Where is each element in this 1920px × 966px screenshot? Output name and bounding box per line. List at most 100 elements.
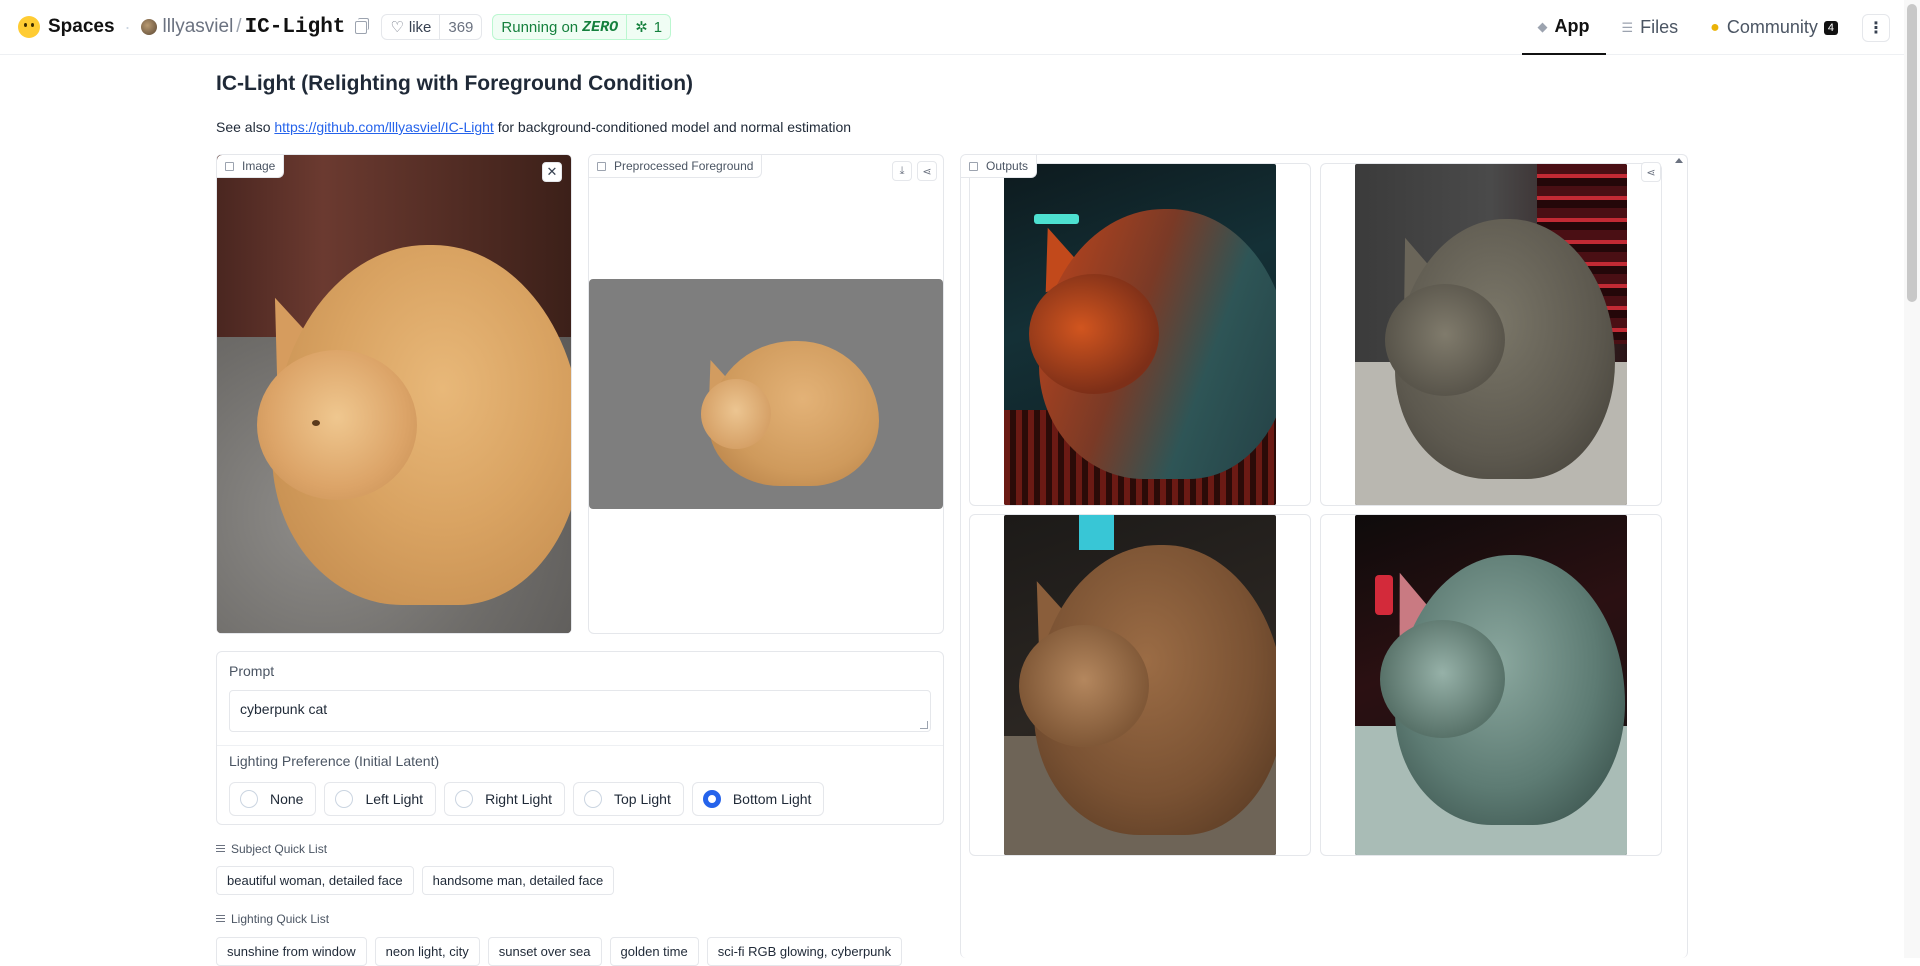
owner-link[interactable]: lllyasviel [163, 16, 234, 38]
input-cat-head [257, 350, 417, 500]
lighting-chip[interactable]: sci-fi RGB glowing, cyberpunk [706, 937, 903, 966]
subject-quick-list: beautiful woman, detailed face handsome … [216, 866, 615, 895]
radio-label: Bottom Light [732, 791, 812, 807]
app-cube-icon: ◆ [1537, 18, 1548, 34]
owner-avatar [140, 19, 157, 35]
brand-name: Spaces [48, 16, 115, 37]
like-label: like [408, 18, 432, 36]
tab-community-label: Community [1726, 17, 1818, 37]
subject-quick-list-text: Subject Quick List [231, 842, 328, 856]
radio-label: Right Light [485, 791, 553, 807]
replica-count[interactable]: ✲ 1 [626, 15, 670, 39]
gallery-share-icon[interactable]: ⋖ [1641, 162, 1661, 182]
tab-files[interactable]: ☰ Files [1606, 0, 1695, 55]
form-divider [217, 745, 943, 746]
lighting-quick-list-text: Lighting Quick List [231, 912, 330, 926]
subject-chip[interactable]: handsome man, detailed face [421, 866, 615, 895]
prompt-settings-block: Prompt cyberpunk cat Lighting Preference… [216, 651, 944, 825]
preprocessed-label-text: Preprocessed Foreground [614, 159, 754, 173]
out3-cat-head [1019, 625, 1149, 747]
output-image-1[interactable] [1004, 164, 1276, 505]
running-status-group: Running on ZERO ✲ 1 [492, 14, 672, 40]
repo-name[interactable]: IC-Light [245, 16, 346, 39]
prompt-value: cyberpunk cat [240, 701, 328, 717]
page-scrollbar[interactable] [1904, 0, 1920, 958]
lighting-quick-list: sunshine from window neon light, city su… [216, 937, 903, 966]
download-icon[interactable]: ⤓ [892, 161, 912, 181]
radio-top-light[interactable]: Top Light [573, 782, 684, 816]
brand-separator: · [124, 16, 131, 37]
radio-circle-selected [702, 790, 721, 808]
community-icon: ● [1710, 18, 1720, 36]
prompt-input[interactable]: cyberpunk cat [229, 690, 931, 732]
preprocessed-foreground-image [589, 279, 943, 509]
subject-chip[interactable]: beautiful woman, detailed face [216, 866, 414, 895]
github-link[interactable]: https://github.com/lllyasviel/IC-Light [274, 119, 493, 135]
radio-label: Left Light [365, 791, 424, 807]
lighting-quick-list-label: Lighting Quick List [216, 912, 329, 926]
input-cat-eye [312, 420, 320, 426]
neon-glow [1079, 515, 1114, 550]
radio-circle [240, 790, 258, 808]
tab-community[interactable]: ● Community 4 [1694, 0, 1854, 55]
heart-icon: ♡ [390, 19, 404, 36]
spaces-brand[interactable]: Spaces [18, 16, 115, 38]
output-image-2[interactable] [1355, 164, 1627, 505]
subtitle-prefix: See also [216, 119, 275, 135]
prep-cat-head [701, 379, 771, 449]
lighting-chip[interactable]: golden time [609, 937, 699, 966]
gallery-scroll-up-icon[interactable] [1675, 158, 1683, 163]
hugging-face-logo-icon [18, 16, 40, 38]
resize-handle-icon[interactable] [920, 721, 928, 729]
tab-app-label: App [1554, 16, 1590, 36]
out1-cat-head [1029, 274, 1159, 394]
input-image[interactable] [217, 155, 571, 633]
clear-image-icon[interactable]: ✕ [542, 162, 562, 182]
radio-left-light[interactable]: Left Light [324, 782, 437, 816]
replica-count-value: 1 [653, 18, 663, 36]
tab-app[interactable]: ◆ App [1521, 0, 1606, 55]
space-nav: ◆ App ☰ Files ● Community 4 [1521, 0, 1855, 55]
like-button[interactable]: ♡ like [382, 15, 439, 39]
output-image-4[interactable] [1355, 515, 1627, 855]
out2-cat-head [1385, 284, 1505, 396]
radio-circle [584, 790, 603, 808]
output-image-3[interactable] [1004, 515, 1276, 855]
out4-cat-head [1380, 620, 1505, 738]
lighting-preference-label: Lighting Preference (Initial Latent) [229, 753, 440, 769]
page-title: IC-Light (Relighting with Foreground Con… [216, 72, 694, 95]
radio-label: Top Light [614, 791, 671, 807]
radio-label: None [270, 791, 304, 807]
radio-circle [335, 790, 354, 808]
more-options-icon[interactable]: ⋮ [1862, 14, 1890, 42]
preprocessed-panel-label: Preprocessed Foreground [589, 155, 763, 178]
prompt-label: Prompt [229, 663, 275, 679]
outputs-label-icon [969, 161, 978, 171]
lighting-preference-radio-group: None Left Light Right Light Top Light Bo… [229, 782, 825, 816]
running-status-text: Running on [501, 18, 579, 36]
lighting-chip[interactable]: sunset over sea [487, 937, 602, 966]
outputs-panel-label: Outputs [961, 155, 1038, 178]
lighting-chip[interactable]: neon light, city [374, 937, 480, 966]
list-icon [216, 845, 225, 853]
image-label-icon [225, 161, 234, 171]
subject-quick-list-label: Subject Quick List [216, 842, 327, 856]
subtitle-suffix: for background-conditioned model and nor… [493, 119, 852, 135]
neon-glow [1034, 214, 1079, 224]
running-status-badge[interactable]: Running on ZERO [493, 15, 626, 39]
radio-none[interactable]: None [229, 782, 317, 816]
share-icon[interactable]: ⋖ [917, 161, 937, 181]
scrollbar-thumb[interactable] [1907, 4, 1917, 302]
radio-bottom-light[interactable]: Bottom Light [691, 782, 825, 816]
like-count[interactable]: 369 [439, 15, 481, 39]
radio-circle [455, 790, 474, 808]
replica-icon: ✲ [635, 19, 648, 36]
image-panel-label: Image [217, 155, 285, 178]
list-icon [216, 915, 225, 923]
preprocessed-label-icon [597, 161, 606, 171]
radio-right-light[interactable]: Right Light [444, 782, 566, 816]
lighting-chip[interactable]: sunshine from window [216, 937, 367, 966]
copy-icon[interactable] [355, 17, 370, 34]
files-icon: ☰ [1621, 19, 1634, 35]
community-badge: 4 [1823, 20, 1838, 35]
